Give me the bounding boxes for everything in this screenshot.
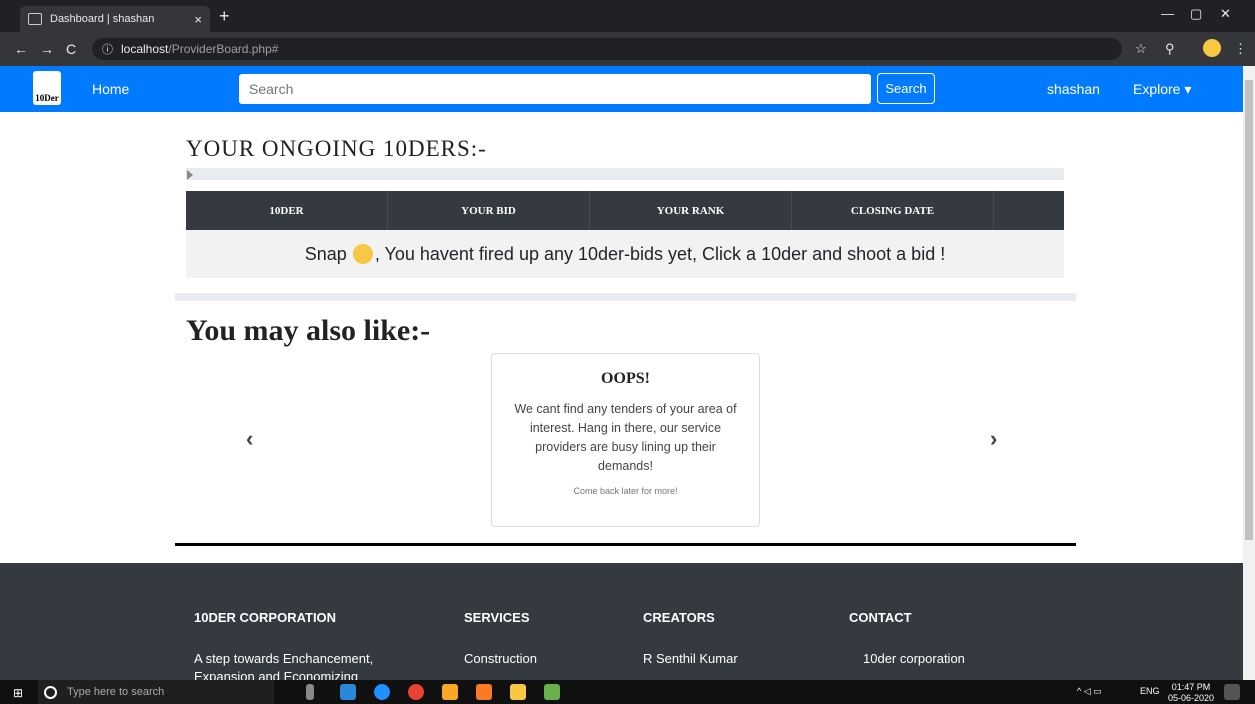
back-icon[interactable]: ←: [14, 41, 28, 57]
url-path: /ProviderBoard.php#: [168, 42, 279, 56]
ongoing-table: 10DER YOUR BID YOUR RANK CLOSING DATE Sn…: [186, 191, 1064, 278]
search-button[interactable]: Search: [877, 73, 935, 104]
url-field[interactable]: ⓘ localhost /ProviderBoard.php#: [92, 38, 1122, 60]
menu-icon[interactable]: ⋮: [1234, 41, 1247, 57]
xampp-icon[interactable]: [476, 684, 492, 700]
forward-icon[interactable]: →: [40, 41, 54, 57]
site-footer: 10DER CORPORATION A step towards Enchanc…: [0, 563, 1243, 684]
card-title: OOPS!: [601, 370, 650, 387]
table-header: 10DER YOUR BID YOUR RANK CLOSING DATE: [186, 191, 1064, 230]
ongoing-heading: YOUR ONGOING 10DERS:-: [186, 136, 487, 161]
maximize-icon[interactable]: ▢: [1190, 6, 1202, 22]
column-header: YOUR RANK: [590, 191, 792, 230]
paint-icon[interactable]: [544, 684, 560, 700]
column-header: CLOSING DATE: [792, 191, 994, 230]
close-window-icon[interactable]: ✕: [1220, 6, 1231, 22]
cortana-icon: [44, 685, 57, 699]
column-header-spacer: [994, 191, 1064, 230]
section-divider: [186, 168, 1064, 180]
clock-date: 05-06-2020: [1168, 693, 1215, 703]
footer-heading: SERVICES: [464, 610, 530, 625]
url-host: localhost: [121, 42, 169, 56]
card-text: We cant find any tenders of your area of…: [514, 402, 737, 473]
nav-user-link[interactable]: shashan: [1047, 81, 1100, 97]
tray-icons[interactable]: ^ ◁ ▭: [1077, 686, 1102, 697]
close-tab-icon[interactable]: ×: [194, 12, 202, 27]
browser-tab-bar: Dashboard | shashan × + — ▢ ✕: [0, 0, 1255, 32]
search-input[interactable]: Search: [239, 74, 871, 104]
recommend-card: OOPS! We cant find any tenders of your a…: [491, 353, 760, 527]
site-logo[interactable]: 10Der: [33, 71, 61, 105]
language-indicator[interactable]: ENG: [1140, 686, 1160, 696]
file-explorer-icon[interactable]: [510, 684, 526, 700]
footer-heading: 10DER CORPORATION: [194, 610, 337, 625]
footer-column: CONTACT 10der corporation: [849, 610, 965, 668]
column-header: 10DER: [186, 191, 388, 230]
system-clock[interactable]: 01:47 PM 05-06-2020: [1168, 682, 1214, 704]
footer-link[interactable]: Construction: [464, 650, 537, 668]
footer-column: CREATORS R Senthil Kumar: [643, 610, 738, 668]
explore-dropdown[interactable]: Explore ▾: [1133, 81, 1191, 98]
empty-message-start: Snap: [304, 243, 347, 264]
clock-time: 01:47 PM: [1171, 682, 1211, 692]
mail-icon[interactable]: [340, 684, 356, 700]
section-divider: [175, 293, 1076, 301]
empty-table-message: Snap , You havent fired up any 10der-bid…: [186, 230, 1064, 278]
minimize-icon[interactable]: —: [1161, 6, 1174, 21]
site-navbar: 10Der Home Search Search shashan Explore…: [0, 66, 1243, 112]
crying-face-icon: [352, 244, 373, 264]
taskbar-search-placeholder: Type here to search: [67, 686, 165, 698]
taskbar-search[interactable]: Type here to search: [38, 680, 274, 704]
column-header: YOUR BID: [388, 191, 590, 230]
tab-title: Dashboard | shashan: [50, 13, 155, 25]
windows-taskbar: ⊞ Type here to search ^ ◁ ▭ ENG 01:47 PM…: [0, 680, 1255, 704]
carousel-prev-icon[interactable]: ‹: [246, 426, 253, 452]
divider-line: [175, 543, 1076, 546]
scrollbar-thumb[interactable]: [1245, 80, 1253, 540]
empty-message-end: , You havent fired up any 10der-bids yet…: [374, 243, 946, 264]
card-footer: Come back later for more!: [573, 486, 678, 496]
info-icon[interactable]: ⓘ: [102, 41, 113, 57]
carousel-next-icon[interactable]: ›: [990, 426, 997, 452]
reload-icon[interactable]: C: [66, 41, 76, 57]
bookmark-star-icon[interactable]: ☆: [1135, 41, 1147, 57]
address-bar: ← → C ⓘ localhost /ProviderBoard.php# ☆ …: [0, 32, 1255, 66]
footer-link[interactable]: R Senthil Kumar: [643, 650, 738, 668]
footer-column: SERVICES Construction: [464, 610, 537, 668]
page-icon: [28, 13, 42, 25]
footer-heading: CONTACT: [849, 610, 912, 625]
profile-avatar[interactable]: [1203, 39, 1221, 57]
nav-home-link[interactable]: Home: [92, 81, 129, 97]
new-tab-button[interactable]: +: [219, 6, 230, 27]
expand-arrow-icon[interactable]: [187, 170, 193, 180]
recommend-heading: You may also like:-: [186, 314, 431, 347]
chrome-icon[interactable]: [408, 684, 424, 700]
sticky-notes-icon[interactable]: [442, 684, 458, 700]
windows-start-icon[interactable]: ⊞: [13, 686, 23, 700]
key-icon[interactable]: ⚲: [1165, 41, 1175, 57]
browser-tab[interactable]: Dashboard | shashan ×: [20, 6, 210, 32]
edge-icon[interactable]: [374, 684, 390, 700]
notification-icon[interactable]: [1224, 684, 1240, 700]
footer-column: 10DER CORPORATION A step towards Enchanc…: [194, 610, 414, 686]
footer-link[interactable]: 10der corporation: [849, 650, 965, 668]
footer-heading: CREATORS: [643, 610, 715, 625]
microphone-icon[interactable]: [306, 684, 314, 700]
